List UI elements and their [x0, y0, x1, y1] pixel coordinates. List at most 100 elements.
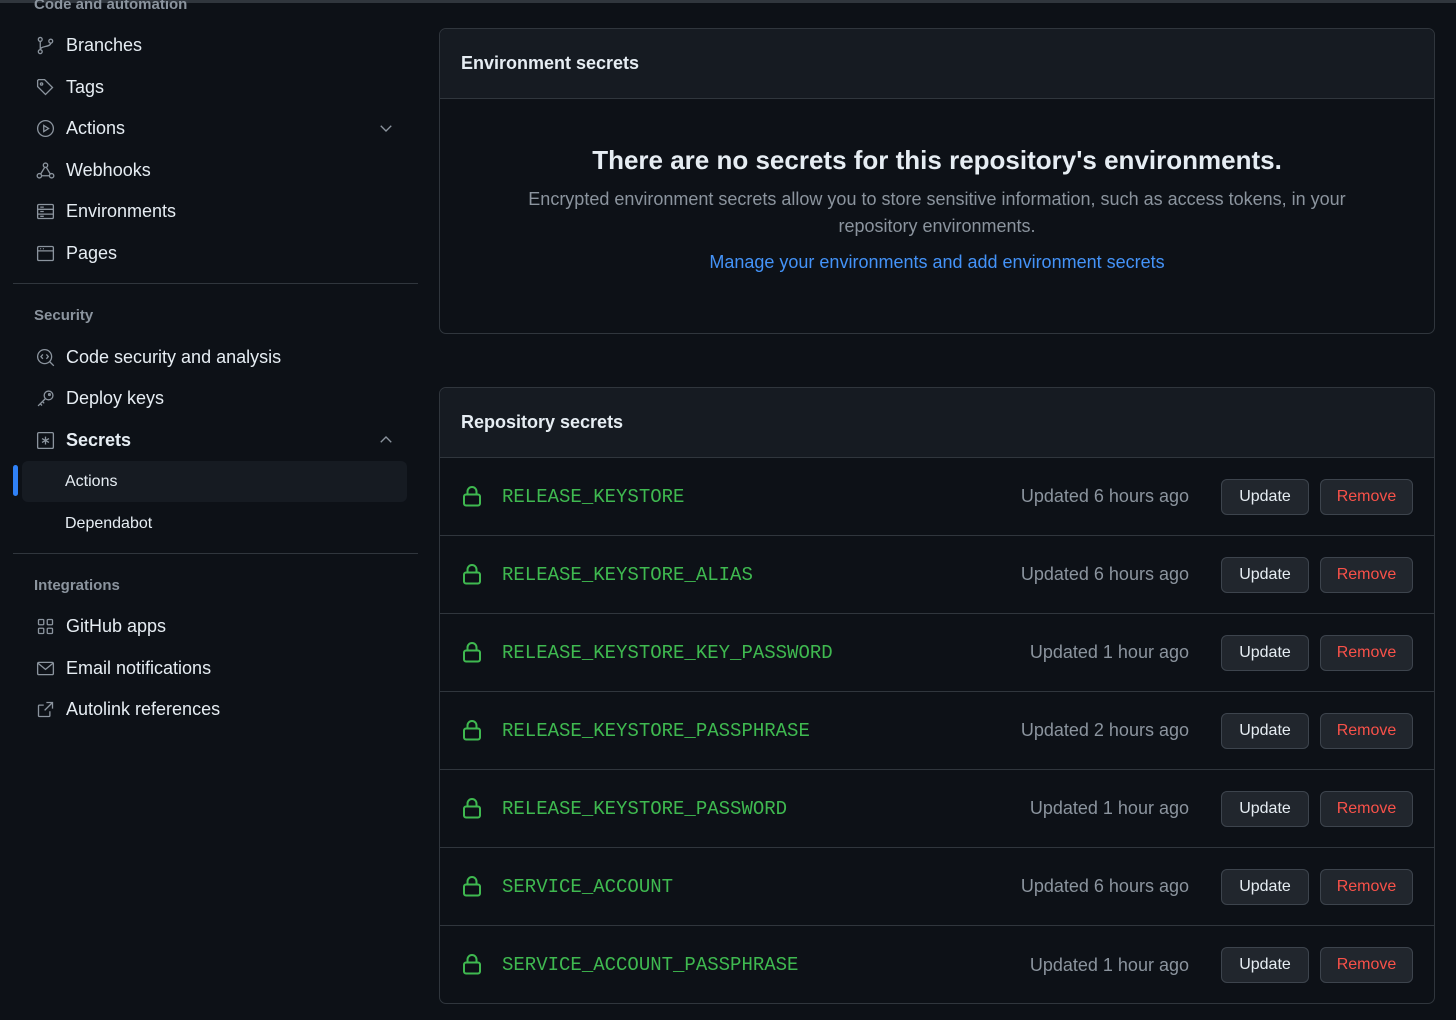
sidebar-item-email-notifications[interactable]: Email notifications	[22, 648, 407, 688]
remove-secret-button[interactable]: Remove	[1320, 634, 1413, 671]
sidebar-item-pages[interactable]: Pages	[22, 233, 407, 273]
secret-updated-time: Updated 2 hours ago	[1020, 720, 1189, 740]
sidebar-subitem-label: Dependabot	[65, 514, 153, 532]
update-secret-button[interactable]: Update	[1221, 712, 1309, 749]
secret-name: RELEASE_KEYSTORE	[502, 485, 685, 508]
chevron-up-icon[interactable]	[377, 431, 395, 449]
sidebar-item-label: Tags	[66, 76, 105, 97]
remove-secret-button[interactable]: Remove	[1320, 478, 1413, 515]
update-secret-button[interactable]: Update	[1221, 947, 1309, 983]
repository-secrets-title: Repository secrets	[440, 388, 1434, 458]
tag-icon	[34, 76, 56, 98]
secret-row: SERVICE_ACCOUNT_PASSPHRASE Updated 1 hour…	[440, 926, 1434, 1003]
lock-icon	[462, 641, 482, 663]
lock-icon	[462, 563, 482, 585]
server-icon	[34, 200, 56, 222]
branch-icon	[34, 34, 56, 56]
section-heading-code: Code and automation	[34, 0, 188, 13]
secret-row: SERVICE_ACCOUNT Updated 6 hours ago Update…	[440, 848, 1434, 926]
chevron-down-icon[interactable]	[377, 119, 395, 137]
remove-secret-button[interactable]: Remove	[1320, 712, 1413, 749]
lock-icon	[462, 485, 482, 507]
secrets-list: RELEASE_KEYSTORE Updated 6 hours ago Updat…	[440, 458, 1434, 1003]
sidebar-item-label: Deploy keys	[66, 387, 165, 408]
secret-updated-time: Updated 1 hour ago	[1029, 954, 1189, 975]
sidebar-item-label: GitHub apps	[66, 615, 167, 636]
lock-icon	[462, 797, 482, 819]
empty-state-description: Encrypted environment secrets allow you …	[528, 189, 1346, 236]
remove-secret-button[interactable]: Remove	[1320, 868, 1413, 905]
secret-row: RELEASE_KEYSTORE_PASSWORD Updated 1 hour …	[440, 770, 1434, 848]
environment-secrets-title: Environment secrets	[440, 29, 1434, 99]
sidebar-item-tags[interactable]: Tags	[22, 67, 407, 107]
update-secret-button[interactable]: Update	[1221, 634, 1309, 671]
secret-name: RELEASE_KEYSTORE_PASSPHRASE	[502, 719, 810, 742]
secret-updated-time: Updated 1 hour ago	[1029, 642, 1189, 662]
secret-row: RELEASE_KEYSTORE_ALIAS Updated 6 hours ag…	[440, 536, 1434, 614]
update-secret-button[interactable]: Update	[1221, 556, 1309, 593]
secret-row: RELEASE_KEYSTORE Updated 6 hours ago Updat…	[440, 458, 1434, 536]
asterisk-icon	[34, 429, 56, 451]
lock-icon	[462, 875, 482, 897]
sidebar-item-deploy-keys[interactable]: Deploy keys	[22, 378, 407, 418]
sidebar-item-github-apps[interactable]: GitHub apps	[22, 606, 407, 646]
mail-icon	[34, 657, 56, 679]
section-heading-integrations: Integrations	[34, 577, 120, 594]
empty-state-title: There are no secrets for this repository…	[592, 145, 1282, 175]
secret-updated-time: Updated 6 hours ago	[1020, 876, 1189, 896]
sidebar-item-branches[interactable]: Branches	[22, 25, 407, 65]
update-secret-button[interactable]: Update	[1221, 868, 1309, 905]
active-indicator	[13, 465, 18, 496]
secret-name: SERVICE_ACCOUNT	[502, 875, 674, 898]
secret-updated-time: Updated 6 hours ago	[1020, 564, 1189, 584]
sidebar-item-label: Environments	[66, 200, 177, 221]
lock-icon	[462, 953, 482, 975]
sidebar-item-autolink[interactable]: Autolink references	[22, 689, 407, 729]
secret-name: SERVICE_ACCOUNT_PASSPHRASE	[502, 954, 799, 976]
sidebar-item-actions[interactable]: Actions	[22, 108, 407, 148]
sidebar-item-environments[interactable]: Environments	[22, 191, 407, 231]
secret-name: RELEASE_KEYSTORE_PASSWORD	[502, 797, 788, 820]
manage-environments-link[interactable]: Manage your environments and add environ…	[709, 252, 1164, 272]
secret-updated-time: Updated 6 hours ago	[1020, 486, 1189, 506]
remove-secret-button[interactable]: Remove	[1320, 947, 1413, 983]
secret-row: RELEASE_KEYSTORE_KEY_PASSWORD Updated 1 h…	[440, 614, 1434, 692]
codescan-icon	[34, 346, 56, 368]
sidebar-item-code-security[interactable]: Code security and analysis	[22, 337, 407, 377]
sidebar-item-secrets[interactable]: Secrets	[22, 420, 407, 460]
sidebar-item-label: Branches	[66, 34, 143, 55]
secret-row: RELEASE_KEYSTORE_PASSPHRASE Updated 2 hou…	[440, 692, 1434, 770]
section-heading-security: Security	[34, 307, 94, 324]
environment-secrets-panel: Environment secrets There are no secrets…	[439, 28, 1435, 334]
secret-name: RELEASE_KEYSTORE_ALIAS	[502, 563, 753, 586]
link-external-icon	[34, 698, 56, 720]
remove-secret-button[interactable]: Remove	[1320, 790, 1413, 827]
browser-icon	[34, 242, 56, 264]
repository-secrets-panel: Repository secrets RELEASE_KEYSTORE Updat…	[439, 387, 1435, 1004]
sidebar-divider	[13, 553, 418, 554]
update-secret-button[interactable]: Update	[1221, 790, 1309, 827]
webhook-icon	[34, 159, 56, 181]
sidebar-divider	[13, 283, 418, 284]
key-icon	[34, 387, 56, 409]
remove-secret-button[interactable]: Remove	[1320, 556, 1413, 593]
apps-icon	[34, 615, 56, 637]
secret-name: RELEASE_KEYSTORE_KEY_PASSWORD	[502, 641, 833, 664]
sidebar-subitem-actions[interactable]: Actions	[22, 461, 407, 502]
sidebar-subitem-label: Actions	[65, 472, 118, 490]
sidebar-subitem-dependabot[interactable]: Dependabot	[22, 503, 407, 544]
sidebar-item-webhooks[interactable]: Webhooks	[22, 150, 407, 190]
empty-state: There are no secrets for this repository…	[440, 99, 1434, 273]
settings-sidebar: Code and automation Branches Tags Action…	[0, 0, 430, 1020]
play-icon	[34, 117, 56, 139]
sidebar-item-label: Actions	[66, 117, 126, 138]
sidebar-item-label: Autolink references	[66, 698, 221, 719]
sidebar-item-label: Code security and analysis	[66, 346, 282, 367]
lock-icon	[462, 719, 482, 741]
sidebar-item-label: Webhooks	[66, 159, 151, 180]
secret-updated-time: Updated 1 hour ago	[1029, 798, 1189, 818]
update-secret-button[interactable]: Update	[1221, 478, 1309, 515]
sidebar-item-label: Pages	[66, 242, 118, 263]
sidebar-item-label: Secrets	[66, 429, 132, 450]
sidebar-item-label: Email notifications	[66, 657, 212, 678]
